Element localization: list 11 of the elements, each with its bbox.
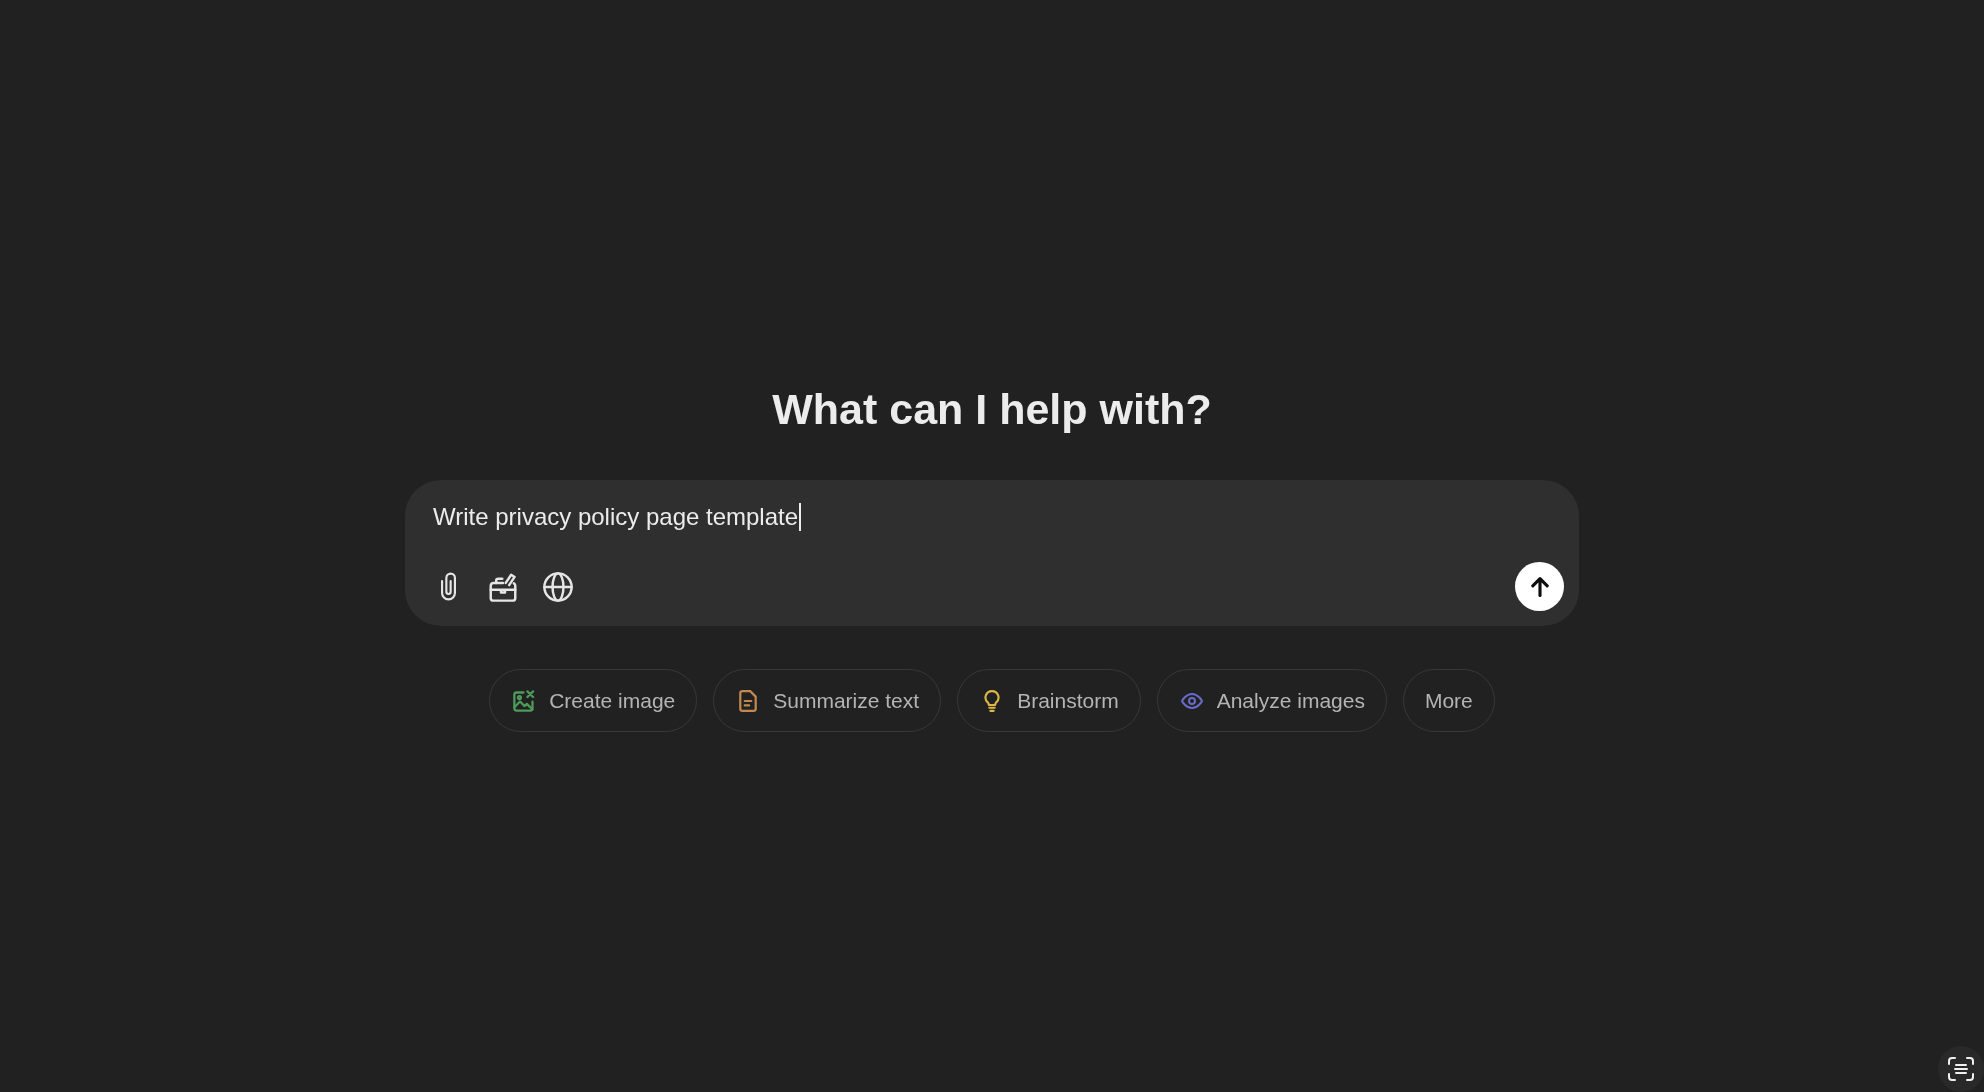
page-heading: What can I help with? [772, 384, 1212, 435]
web-search-button[interactable] [543, 571, 573, 602]
prompt-input[interactable]: Write privacy policy page template [433, 499, 802, 535]
toolbox-icon [488, 571, 518, 602]
paperclip-icon [439, 571, 457, 602]
tools-button[interactable] [488, 571, 518, 602]
text-scan-icon [1948, 1057, 1974, 1081]
send-button[interactable] [1515, 562, 1564, 611]
arrow-up-icon [1530, 575, 1549, 598]
scan-text-button[interactable] [1938, 1046, 1984, 1092]
globe-icon [543, 571, 573, 602]
